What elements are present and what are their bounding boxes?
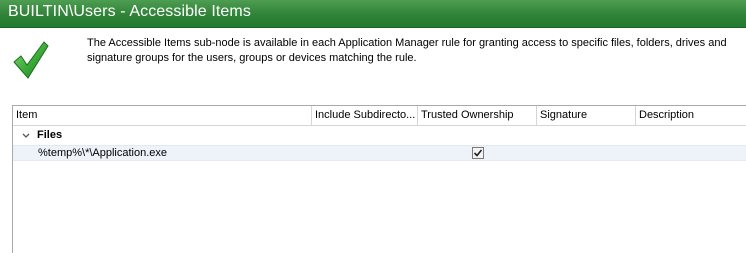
column-header-trusted-ownership[interactable]: Trusted Ownership	[418, 106, 537, 126]
group-row-files[interactable]: Files	[13, 127, 746, 145]
column-header-description[interactable]: Description	[636, 106, 746, 126]
item-cell: %temp%\*\Application.exe	[38, 147, 168, 159]
trusted-ownership-checkbox[interactable]	[472, 147, 484, 159]
title-bar: BUILTIN\Users - Accessible Items	[0, 0, 746, 28]
table-row[interactable]: %temp%\*\Application.exe	[13, 145, 746, 161]
column-header-item[interactable]: Item	[13, 106, 312, 126]
group-label: Files	[37, 129, 63, 141]
accessible-items-grid[interactable]: Item Include Subdirecto... Trusted Owner…	[12, 105, 746, 253]
chevron-down-icon[interactable]	[20, 130, 32, 142]
column-header-signature[interactable]: Signature	[537, 106, 636, 126]
checkmark-icon	[13, 41, 49, 79]
page-title: BUILTIN\Users - Accessible Items	[8, 3, 251, 20]
description-text: The Accessible Items sub-node is availab…	[87, 37, 727, 64]
grid-header: Item Include Subdirecto... Trusted Owner…	[13, 106, 746, 126]
check-mark-icon	[473, 149, 483, 157]
column-header-include-subdirectories[interactable]: Include Subdirecto...	[312, 106, 418, 126]
